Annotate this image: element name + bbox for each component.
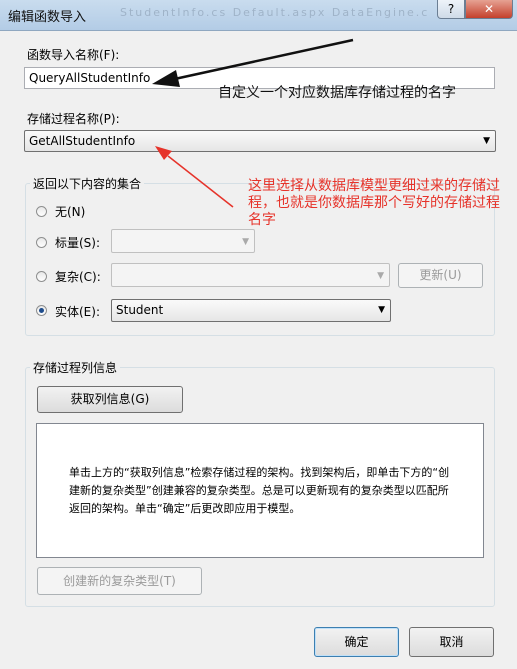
update-button: 更新(U) <box>398 263 483 288</box>
radio-none-label[interactable]: 无(N) <box>55 203 85 220</box>
get-columns-button[interactable]: 获取列信息(G) <box>37 386 183 413</box>
ok-button[interactable]: 确定 <box>314 627 399 657</box>
radio-none[interactable] <box>36 206 47 217</box>
window-title: 编辑函数导入 <box>8 10 87 25</box>
function-name-label: 函数导入名称(F): <box>27 48 120 62</box>
column-info-group-title: 存储过程列信息 <box>30 359 121 376</box>
chevron-down-icon: ▼ <box>377 271 384 281</box>
stored-procedure-value: GetAllStudentInfo <box>29 134 136 148</box>
return-type-group-title: 返回以下内容的集合 <box>30 175 145 192</box>
entity-select-value: Student <box>116 303 164 317</box>
close-button[interactable]: ✕ <box>465 0 513 19</box>
info-text: 单击上方的“获取列信息”检索存储过程的架构。找到架构后，即单击下方的“创建新的复… <box>69 466 450 515</box>
title-bar: 编辑函数导入 StudentInfo.cs Default.aspx DataE… <box>0 0 517 31</box>
create-complex-type-button: 创建新的复杂类型(T) <box>37 567 202 595</box>
cancel-button[interactable]: 取消 <box>409 627 494 657</box>
stored-procedure-select[interactable]: GetAllStudentInfo ▼ <box>24 130 496 152</box>
radio-scalar-label[interactable]: 标量(S): <box>55 234 100 251</box>
complex-select: ▼ <box>111 263 390 287</box>
annotation-note-1: 自定义一个对应数据库存储过程的名字 <box>218 85 456 101</box>
radio-complex-label[interactable]: 复杂(C): <box>55 268 101 285</box>
annotation-note-2: 这里选择从数据库模型更细过来的存储过程，也就是你数据库那个写好的存储过程名字 <box>248 178 500 228</box>
chevron-down-icon: ▼ <box>483 136 490 146</box>
radio-complex[interactable] <box>36 271 47 282</box>
stored-procedure-label: 存储过程名称(P): <box>27 112 120 126</box>
radio-entity-label[interactable]: 实体(E): <box>55 303 100 320</box>
chevron-down-icon: ▼ <box>242 237 249 247</box>
radio-entity[interactable] <box>36 305 47 316</box>
info-box: 单击上方的“获取列信息”检索存储过程的架构。找到架构后，即单击下方的“创建新的复… <box>36 423 484 558</box>
entity-select[interactable]: Student ▼ <box>111 299 391 322</box>
chevron-down-icon: ▼ <box>378 305 385 315</box>
help-button[interactable]: ? <box>437 0 465 19</box>
radio-scalar[interactable] <box>36 237 47 248</box>
background-tabs-text: StudentInfo.cs Default.aspx DataEngine.c… <box>120 6 430 19</box>
scalar-select: ▼ <box>111 229 255 253</box>
